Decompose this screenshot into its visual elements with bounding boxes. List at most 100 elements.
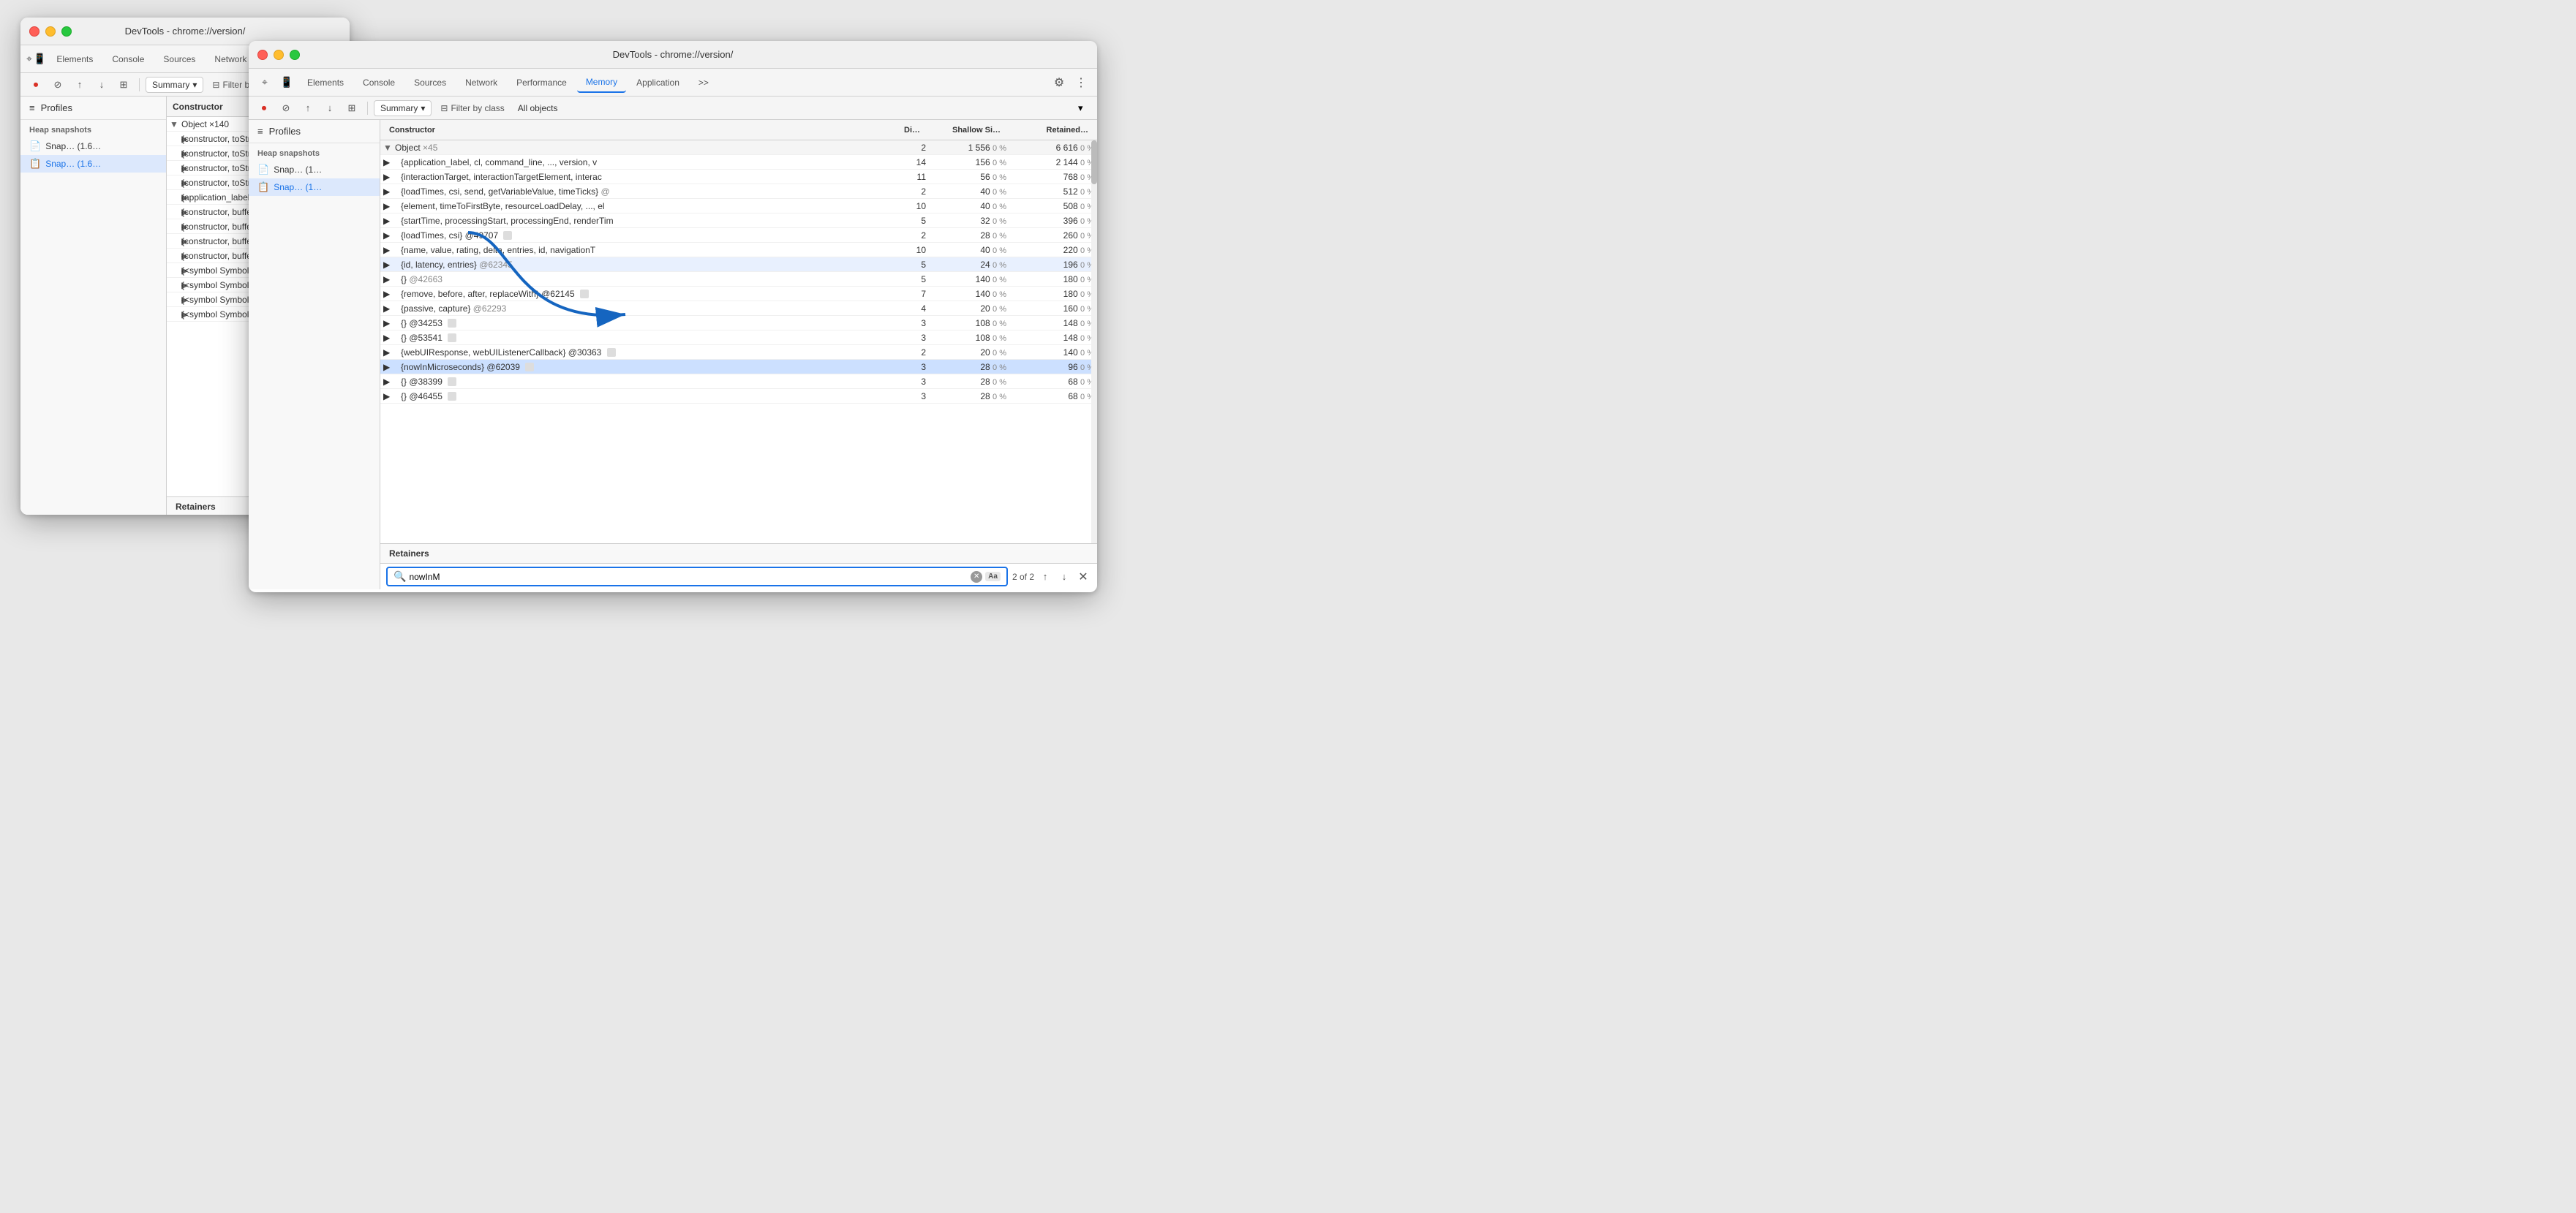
constructor-label-1: Constructor xyxy=(173,102,223,112)
table-row[interactable]: ▶ {} @53541 3 108 0 % 148 0 % xyxy=(380,330,1097,345)
tab-elements-2[interactable]: Elements xyxy=(298,73,353,92)
sidebar-profiles-1[interactable]: ≡ Profiles xyxy=(20,97,166,120)
window-title-1: DevTools - chrome://version/ xyxy=(125,26,246,37)
table-row[interactable]: ▶ {interactionTarget, interactionTargetE… xyxy=(380,170,1097,184)
sidebar-snap2-1[interactable]: 📋 Snap… (1.6… xyxy=(20,155,166,173)
record-button-2[interactable]: ⏺ xyxy=(255,99,274,118)
tab-elements-1[interactable]: Elements xyxy=(48,50,102,69)
download-button-2[interactable]: ↓ xyxy=(320,99,339,118)
row-distance: 5 xyxy=(882,274,926,284)
tab-console-2[interactable]: Console xyxy=(354,73,404,92)
dropdown-arrow-2[interactable]: ▾ xyxy=(1078,102,1091,115)
filter-icon-1: ⊟ xyxy=(212,80,219,90)
snap2-label-1: Snap… (1.6… xyxy=(45,159,101,169)
prev-result-button-2[interactable]: ↑ xyxy=(1037,569,1053,585)
row-shallow: 20 0 % xyxy=(926,347,1006,358)
table-row[interactable]: ▶ {application_label, cl, command_line, … xyxy=(380,155,1097,170)
table-row[interactable]: ▼ Object ×45 2 1 556 0 % 6 616 0 % xyxy=(380,140,1097,155)
clear-search-button-2[interactable]: ✕ xyxy=(971,571,982,583)
expand-icon[interactable]: ▼ xyxy=(383,143,395,153)
scrollbar-track[interactable] xyxy=(1091,140,1097,543)
expand-icon: ▶ xyxy=(383,377,401,387)
tab-sources-1[interactable]: Sources xyxy=(154,50,204,69)
row-name: {} @46455 xyxy=(401,391,882,401)
grid-button-2[interactable]: ⊞ xyxy=(342,99,361,118)
table-row[interactable]: ▶ {} @34253 3 108 0 % 148 0 % xyxy=(380,316,1097,330)
tab-console-1[interactable]: Console xyxy=(103,50,153,69)
sidebar-snap1-2[interactable]: 📄 Snap… (1… xyxy=(249,161,380,178)
summary-dropdown-1[interactable]: Summary ▾ xyxy=(146,77,203,93)
table-row[interactable]: ▶ {element, timeToFirstByte, resourceLoa… xyxy=(380,199,1097,213)
filter-icon-2: ⊟ xyxy=(440,103,448,113)
table-row[interactable]: ▶ {name, value, rating, delta, entries, … xyxy=(380,243,1097,257)
cursor-icon[interactable]: ⌖ xyxy=(26,49,32,69)
sidebar-profiles-2[interactable]: ≡ Profiles xyxy=(249,120,380,143)
sidebar-snap1-1[interactable]: 📄 Snap… (1.6… xyxy=(20,137,166,155)
all-objects-2: All objects xyxy=(513,101,562,116)
expand-icon[interactable]: ▼ xyxy=(170,119,181,129)
device-icon-2[interactable]: 📱 xyxy=(276,72,297,93)
sidebar-snap2-2[interactable]: 📋 Snap… (1… xyxy=(249,178,380,196)
settings-icon-2[interactable]: ⚙ xyxy=(1049,72,1069,93)
cursor-icon-2[interactable]: ⌖ xyxy=(255,72,275,93)
tab-performance-2[interactable]: Performance xyxy=(508,73,576,92)
filter-button-2[interactable]: ⊟ Filter by class xyxy=(434,101,510,116)
stop-button-2[interactable]: ⊘ xyxy=(276,99,295,118)
table-row[interactable]: ▶ {} @46455 3 28 0 % 68 0 % xyxy=(380,389,1097,404)
aa-badge-2[interactable]: Aa xyxy=(985,572,1001,581)
expand-icon: ▶ xyxy=(383,362,401,372)
tab-more-2[interactable]: >> xyxy=(690,73,718,92)
tab-application-2[interactable]: Application xyxy=(628,73,688,92)
summary-chevron-1: ▾ xyxy=(192,80,197,90)
tab-sources-2[interactable]: Sources xyxy=(405,73,455,92)
table-row[interactable]: ▶ {} @38399 3 28 0 % 68 0 % xyxy=(380,374,1097,389)
table-row-active[interactable]: ▶ {nowInMicroseconds} @62039 3 28 0 % 96… xyxy=(380,360,1097,374)
table-row[interactable]: ▶ {loadTimes, csi, send, getVariableValu… xyxy=(380,184,1097,199)
snap1-label-2: Snap… (1… xyxy=(274,165,322,175)
tab-memory-2[interactable]: Memory xyxy=(577,72,626,93)
close-button-2[interactable] xyxy=(257,50,268,60)
row-shallow: 28 0 % xyxy=(926,230,1006,241)
minimize-button-2[interactable] xyxy=(274,50,284,60)
minimize-button-1[interactable] xyxy=(45,26,56,37)
table-row[interactable]: ▶ {webUIResponse, webUIListenerCallback}… xyxy=(380,345,1097,360)
search-input-container-2[interactable]: 🔍 nowInM ✕ Aa xyxy=(386,567,1008,586)
stop-button-1[interactable]: ⊘ xyxy=(48,75,67,94)
col-retained-header: Retained… xyxy=(1003,126,1091,135)
row-name: {passive, capture} @62293 xyxy=(401,303,882,314)
expand-icon: ▶ xyxy=(170,163,181,173)
snap2-label-2: Snap… (1… xyxy=(274,182,322,192)
table-row[interactable]: ▶ {} @42663 5 140 0 % 180 0 % xyxy=(380,272,1097,287)
close-search-button-2[interactable]: ✕ xyxy=(1075,569,1091,585)
upload-button-2[interactable]: ↑ xyxy=(298,99,317,118)
next-result-button-2[interactable]: ↓ xyxy=(1056,569,1072,585)
search-icon-2: 🔍 xyxy=(393,570,406,583)
close-button-1[interactable] xyxy=(29,26,39,37)
summary-label-1: Summary xyxy=(152,80,189,90)
table-row[interactable]: ▶ {remove, before, after, replaceWith} @… xyxy=(380,287,1097,301)
tab-network-2[interactable]: Network xyxy=(456,73,506,92)
col-distance-header[interactable]: Di… xyxy=(879,126,923,135)
row-retained: 68 0 % xyxy=(1006,377,1094,387)
upload-button-1[interactable]: ↑ xyxy=(70,75,89,94)
table-row[interactable]: ▶ {passive, capture} @62293 4 20 0 % 160… xyxy=(380,301,1097,316)
maximize-button-2[interactable] xyxy=(290,50,300,60)
grid-button-1[interactable]: ⊞ xyxy=(114,75,133,94)
summary-dropdown-2[interactable]: Summary ▾ xyxy=(374,100,432,116)
table-area-2[interactable]: ▼ Object ×45 2 1 556 0 % 6 616 0 % ▶ {ap… xyxy=(380,140,1097,543)
row-name: {id, latency, entries} @62345 xyxy=(401,260,882,270)
table-row[interactable]: ▶ {loadTimes, csi} @49707 2 28 0 % 260 0… xyxy=(380,228,1097,243)
row-shallow: 56 0 % xyxy=(926,172,1006,182)
row-retained: 2 144 0 % xyxy=(1006,157,1094,167)
table-row-highlighted[interactable]: ▶ {id, latency, entries} @62345 5 24 0 %… xyxy=(380,257,1097,272)
table-row[interactable]: ▶ {startTime, processingStart, processin… xyxy=(380,213,1097,228)
more-icon-2[interactable]: ⋮ xyxy=(1071,72,1091,93)
maximize-button-1[interactable] xyxy=(61,26,72,37)
record-button-1[interactable]: ⏺ xyxy=(26,75,45,94)
retainers-section-2: Retainers xyxy=(380,543,1097,563)
download-button-1[interactable]: ↓ xyxy=(92,75,111,94)
device-icon[interactable]: 📱 xyxy=(34,49,46,69)
search-nav-2: 2 of 2 ↑ ↓ ✕ xyxy=(1012,569,1091,585)
snap1-label-1: Snap… (1.6… xyxy=(45,141,101,151)
scrollbar-thumb[interactable] xyxy=(1091,140,1097,184)
